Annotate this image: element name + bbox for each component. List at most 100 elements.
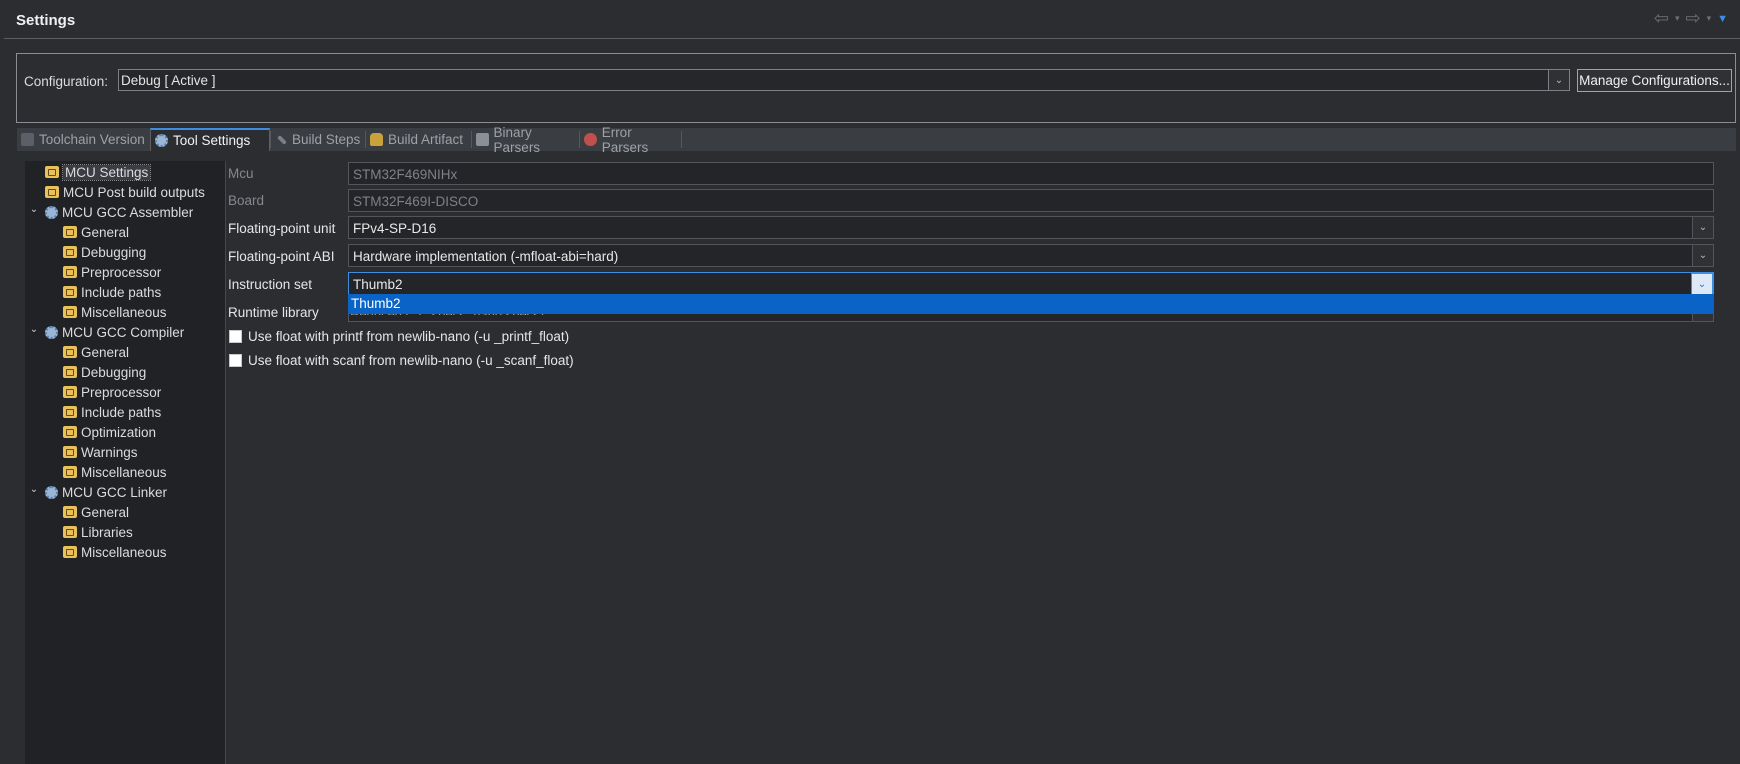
chevron-down-icon[interactable]: ▾	[1707, 13, 1712, 24]
runtime-label: Runtime library	[228, 305, 319, 320]
tree-item-label: MCU GCC Compiler	[62, 324, 185, 340]
folder-icon	[63, 546, 77, 558]
page-title: Settings	[16, 12, 76, 29]
fpu-label: Floating-point unit	[228, 221, 336, 236]
tree-item-mcu-gcc-compiler[interactable]: MCU GCC Compiler	[45, 323, 184, 341]
tree-item-label: MCU Post build outputs	[63, 184, 205, 200]
dropdown-option[interactable]: Thumb2	[351, 296, 401, 311]
folder-icon	[63, 306, 77, 318]
board-field: STM32F469I-DISCO	[348, 189, 1714, 212]
chevron-down-icon[interactable]: ⌄	[1692, 217, 1713, 238]
trophy-icon	[370, 133, 383, 146]
instruction-set-value: Thumb2	[353, 277, 403, 292]
tree-item-label: General	[81, 344, 130, 360]
tree-item-compiler-preprocessor[interactable]: Preprocessor	[63, 383, 161, 401]
tab-build-artifact[interactable]: Build Artifact	[366, 128, 470, 151]
tree-item-mcu-gcc-assembler[interactable]: MCU GCC Assembler	[45, 203, 193, 221]
tree-item-compiler-miscellaneous[interactable]: Miscellaneous	[63, 463, 167, 481]
tab-divider	[270, 131, 271, 148]
tree-item-mcu-settings[interactable]: MCU Settings	[45, 163, 152, 181]
instruction-set-dropdown[interactable]: Thumb2	[348, 294, 1714, 314]
tab-build-steps[interactable]: Build Steps	[273, 128, 365, 151]
tree-item-linker-general[interactable]: General	[63, 503, 129, 521]
tab-label: Error Parsers	[601, 124, 649, 155]
view-menu-icon[interactable]: ▼	[1717, 13, 1728, 25]
checkbox[interactable]	[229, 354, 242, 367]
tree-item-linker-miscellaneous[interactable]: Miscellaneous	[63, 543, 167, 561]
binary-icon	[476, 133, 489, 146]
folder-icon	[63, 426, 77, 438]
scanf-float-checkbox-row[interactable]: Use float with scanf from newlib-nano (-…	[229, 353, 574, 368]
mcu-field: STM32F469NIHx	[348, 162, 1714, 185]
folder-icon	[63, 286, 77, 298]
tree-item-compiler-general[interactable]: General	[63, 343, 129, 361]
instruction-set-label: Instruction set	[228, 277, 313, 292]
chevron-down-icon[interactable]: ⌄	[1691, 273, 1713, 296]
chevron-down-icon[interactable]: ⌄	[29, 324, 39, 335]
fpu-select[interactable]: FPv4-SP-D16 ⌄	[348, 216, 1714, 239]
printf-float-checkbox-row[interactable]: Use float with printf from newlib-nano (…	[229, 329, 569, 344]
tab-divider	[471, 131, 472, 148]
folder-icon	[63, 406, 77, 418]
folder-icon	[63, 446, 77, 458]
tree-item-label: MCU GCC Assembler	[62, 204, 194, 220]
tree-item-assembler-debugging[interactable]: Debugging	[63, 243, 146, 261]
tree-item-compiler-optimization[interactable]: Optimization	[63, 423, 156, 441]
tab-binary-parsers[interactable]: Binary Parsers	[472, 125, 579, 155]
tree-item-label: Include paths	[81, 284, 162, 300]
tree-item-assembler-preprocessor[interactable]: Preprocessor	[63, 263, 161, 281]
tree-item-compiler-debugging[interactable]: Debugging	[63, 363, 146, 381]
folder-icon	[45, 166, 59, 178]
tab-divider	[681, 131, 682, 148]
wrench-icon	[277, 134, 287, 145]
header-divider	[4, 38, 1740, 39]
tree-item-label: Miscellaneous	[81, 544, 167, 560]
chevron-down-icon[interactable]: ⌄	[29, 484, 39, 495]
tab-error-parsers[interactable]: Error Parsers	[580, 125, 680, 155]
tab-label: Build Artifact	[388, 132, 464, 147]
configuration-select[interactable]: Debug [ Active ] ⌄	[118, 69, 1570, 91]
tree-item-mcu-post-build-outputs[interactable]: MCU Post build outputs	[45, 183, 205, 201]
tree-item-label: General	[81, 224, 130, 240]
folder-icon	[63, 266, 77, 278]
tree-item-mcu-gcc-linker[interactable]: MCU GCC Linker	[45, 483, 167, 501]
fpu-value: FPv4-SP-D16	[353, 221, 437, 236]
chevron-down-icon[interactable]: ▾	[1675, 13, 1680, 24]
tree-item-label: MCU Settings	[61, 163, 152, 181]
folder-icon	[63, 346, 77, 358]
tree-item-assembler-general[interactable]: General	[63, 223, 129, 241]
checkbox[interactable]	[229, 330, 242, 343]
chevron-down-icon[interactable]: ⌄	[29, 204, 39, 215]
manage-configurations-button[interactable]: Manage Configurations...	[1577, 69, 1732, 92]
tree-item-assembler-miscellaneous[interactable]: Miscellaneous	[63, 303, 167, 321]
tree-item-compiler-include-paths[interactable]: Include paths	[63, 403, 161, 421]
configuration-label: Configuration:	[24, 74, 109, 89]
tree-item-compiler-warnings[interactable]: Warnings	[63, 443, 138, 461]
tree-item-label: Libraries	[81, 524, 133, 540]
tab-divider	[365, 131, 366, 148]
tree-item-label: Debugging	[81, 244, 147, 260]
tree-item-label: Preprocessor	[81, 264, 162, 280]
fpabi-select[interactable]: Hardware implementation (-mfloat-abi=har…	[348, 244, 1714, 267]
chevron-down-icon[interactable]: ⌄	[1692, 245, 1713, 266]
tab-tool-settings[interactable]: Tool Settings	[150, 128, 270, 151]
tree-item-label: Miscellaneous	[81, 304, 167, 320]
back-arrow-icon[interactable]: ⇦	[1654, 8, 1669, 29]
tab-label: Toolchain Version	[39, 132, 145, 147]
board-value: STM32F469I-DISCO	[353, 194, 479, 209]
instruction-set-select[interactable]: Thumb2 ⌄	[348, 272, 1714, 296]
tree-item-label: Warnings	[81, 444, 138, 460]
fpabi-value: Hardware implementation (-mfloat-abi=har…	[353, 249, 619, 264]
folder-icon	[63, 506, 77, 518]
mcu-value: STM32F469NIHx	[353, 167, 458, 182]
chevron-down-icon[interactable]: ⌄	[1548, 70, 1569, 90]
tree-item-linker-libraries[interactable]: Libraries	[63, 523, 133, 541]
folder-icon	[63, 226, 77, 238]
tab-toolchain-version[interactable]: Toolchain Version	[17, 128, 148, 151]
tree-item-label: Optimization	[81, 424, 157, 440]
error-icon	[584, 133, 597, 146]
configuration-value: Debug [ Active ]	[121, 73, 216, 88]
checkbox-label: Use float with printf from newlib-nano (…	[248, 329, 570, 344]
tree-item-assembler-include-paths[interactable]: Include paths	[63, 283, 161, 301]
forward-arrow-icon[interactable]: ⇨	[1685, 8, 1700, 29]
